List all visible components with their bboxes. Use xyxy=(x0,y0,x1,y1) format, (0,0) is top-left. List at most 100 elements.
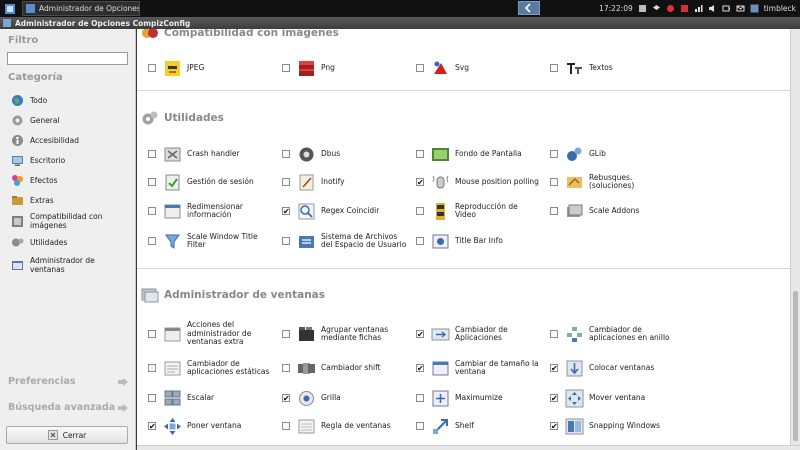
taskbar-window-button[interactable]: Administrador de Opciones... xyxy=(22,1,140,16)
checkbox[interactable] xyxy=(148,394,156,402)
checkbox[interactable] xyxy=(550,364,558,372)
checkbox[interactable] xyxy=(550,64,558,72)
checkbox[interactable] xyxy=(148,207,156,215)
category-efectos[interactable]: Efectos xyxy=(11,174,131,187)
plugin-cambiar-tamano[interactable]: Cambiar de tamaño la ventana xyxy=(416,353,541,383)
checkbox[interactable] xyxy=(282,237,290,245)
dropbox-icon[interactable] xyxy=(652,4,661,13)
plugin-fondo-pantalla[interactable]: Fondo de Pantalla xyxy=(416,141,541,167)
plugin-glib[interactable]: GLib xyxy=(550,141,675,167)
scrollbar-thumb[interactable] xyxy=(793,291,798,441)
plugin-dbus[interactable]: Dbus xyxy=(282,141,407,167)
checkbox[interactable] xyxy=(416,178,424,186)
app-menu-button[interactable] xyxy=(2,1,18,16)
checkbox[interactable] xyxy=(148,364,156,372)
plugin-sistema-archivos[interactable]: Sistema de Archivos del Espacio de Usuar… xyxy=(282,228,407,254)
plugin-scale-addons[interactable]: Scale Addons xyxy=(550,198,675,224)
plugin-snapping-windows[interactable]: Snapping Windows xyxy=(550,413,675,439)
category-utilidades[interactable]: Utilidades xyxy=(11,236,131,249)
category-general[interactable]: General xyxy=(11,114,131,127)
volume-icon[interactable] xyxy=(708,4,717,13)
signal-icon[interactable] xyxy=(694,4,703,13)
plugin-grilla[interactable]: Grilla xyxy=(282,385,407,411)
plugin-escalar[interactable]: Escalar xyxy=(148,385,273,411)
advanced-search-row[interactable]: Búsqueda avanzada xyxy=(8,402,128,413)
plugin-cambiador-aplicaciones[interactable]: Cambiador de Aplicaciones xyxy=(416,319,541,349)
plugin-scale-window-title-filter[interactable]: Scale Window Title Filter xyxy=(148,228,273,254)
image-compat-icon xyxy=(142,29,158,38)
plugin-agrupar-ventanas[interactable]: Agrupar ventanas mediante fichas xyxy=(282,319,407,349)
close-button[interactable]: Cerrar xyxy=(6,426,128,444)
plugin-gestion-sesion[interactable]: Gestión de sesión xyxy=(148,169,273,195)
category-compatibilidad[interactable]: Compatibilidad con imágenes xyxy=(11,212,131,230)
checkbox[interactable] xyxy=(550,150,558,158)
checkbox[interactable] xyxy=(416,330,424,338)
checkbox[interactable] xyxy=(550,422,558,430)
checkbox[interactable] xyxy=(148,237,156,245)
filter-input[interactable] xyxy=(7,52,128,65)
plugin-crash-handler[interactable]: Crash handler xyxy=(148,141,273,167)
plugin-regex-coincidir[interactable]: Regex Coincidir xyxy=(282,198,407,224)
plugin-regla-ventanas[interactable]: Regla de ventanas xyxy=(282,413,407,439)
checkbox[interactable] xyxy=(282,364,290,372)
checkbox[interactable] xyxy=(148,150,156,158)
plugin-rebusques[interactable]: Rebusques. (soluciones) xyxy=(550,169,675,195)
category-escritorio[interactable]: Escritorio xyxy=(11,154,131,167)
plugin-shelf[interactable]: Shelf xyxy=(416,413,541,439)
plugin-title-bar-info[interactable]: Title Bar Info xyxy=(416,228,541,254)
plugin-colocar-ventanas[interactable]: Colocar ventanas xyxy=(550,353,675,383)
checkbox[interactable] xyxy=(416,64,424,72)
checkbox[interactable] xyxy=(282,178,290,186)
show-desktop-button[interactable] xyxy=(518,1,540,15)
mail-icon[interactable] xyxy=(736,4,745,13)
checkbox[interactable] xyxy=(282,207,290,215)
network-icon[interactable] xyxy=(638,4,647,13)
plugin-reproduccion-video[interactable]: Reproducción de Video xyxy=(416,198,541,224)
plugin-svg[interactable]: Svg xyxy=(416,55,541,81)
plugin-cambiador-shift[interactable]: Cambiador shift xyxy=(282,353,407,383)
plugin-maximumize[interactable]: Maximumize xyxy=(416,385,541,411)
checkbox[interactable] xyxy=(148,64,156,72)
plugin-mouse-position-polling[interactable]: Mouse position polling xyxy=(416,169,541,195)
plugin-redimensionar-informacion[interactable]: Redimensionar información xyxy=(148,198,273,224)
plugin-poner-ventana[interactable]: Poner ventana xyxy=(148,413,273,439)
plugin-acciones-extra[interactable]: Acciones del administrador de ventanas e… xyxy=(148,319,273,349)
checkbox[interactable] xyxy=(148,178,156,186)
checkbox[interactable] xyxy=(282,422,290,430)
plugin-jpeg[interactable]: JPEG xyxy=(148,55,273,81)
category-extras[interactable]: Extras xyxy=(11,194,131,207)
checkbox[interactable] xyxy=(550,178,558,186)
plugin-png[interactable]: Png xyxy=(282,55,407,81)
plugin-textos[interactable]: Textos xyxy=(550,55,675,81)
plugin-inotify[interactable]: Inotify xyxy=(282,169,407,195)
checkbox[interactable] xyxy=(282,394,290,402)
category-accesibilidad[interactable]: Accesibilidad xyxy=(11,134,131,147)
checkbox[interactable] xyxy=(550,207,558,215)
vertical-scrollbar[interactable] xyxy=(790,29,800,445)
checkbox[interactable] xyxy=(416,394,424,402)
settings-tray-icon[interactable] xyxy=(666,4,675,13)
checkbox[interactable] xyxy=(282,330,290,338)
preferences-row[interactable]: Preferencias xyxy=(8,376,128,387)
battery-icon[interactable] xyxy=(722,4,731,13)
window-title-bar[interactable]: Administrador de Opciones CompizConfig xyxy=(0,17,800,29)
checkbox[interactable] xyxy=(282,64,290,72)
plugin-mover-ventana[interactable]: Mover ventana xyxy=(550,385,675,411)
checkbox[interactable] xyxy=(148,330,156,338)
updates-icon[interactable] xyxy=(680,4,689,13)
category-administrador[interactable]: Administrador de ventanas xyxy=(11,256,131,274)
checkbox[interactable] xyxy=(416,422,424,430)
checkbox[interactable] xyxy=(148,422,156,430)
checkbox[interactable] xyxy=(416,364,424,372)
checkbox[interactable] xyxy=(416,237,424,245)
checkbox[interactable] xyxy=(550,330,558,338)
username[interactable]: timbleck xyxy=(764,4,796,13)
plugin-cambiador-estaticas[interactable]: Cambiador de aplicaciones estáticas xyxy=(148,353,273,383)
plugin-cambiador-anillo[interactable]: Cambiador de aplicaciones en anillo xyxy=(550,319,675,349)
category-todo[interactable]: Todo xyxy=(11,94,131,107)
checkbox[interactable] xyxy=(282,150,290,158)
checkbox[interactable] xyxy=(416,207,424,215)
checkbox[interactable] xyxy=(550,394,558,402)
user-icon[interactable] xyxy=(750,4,759,13)
checkbox[interactable] xyxy=(416,150,424,158)
